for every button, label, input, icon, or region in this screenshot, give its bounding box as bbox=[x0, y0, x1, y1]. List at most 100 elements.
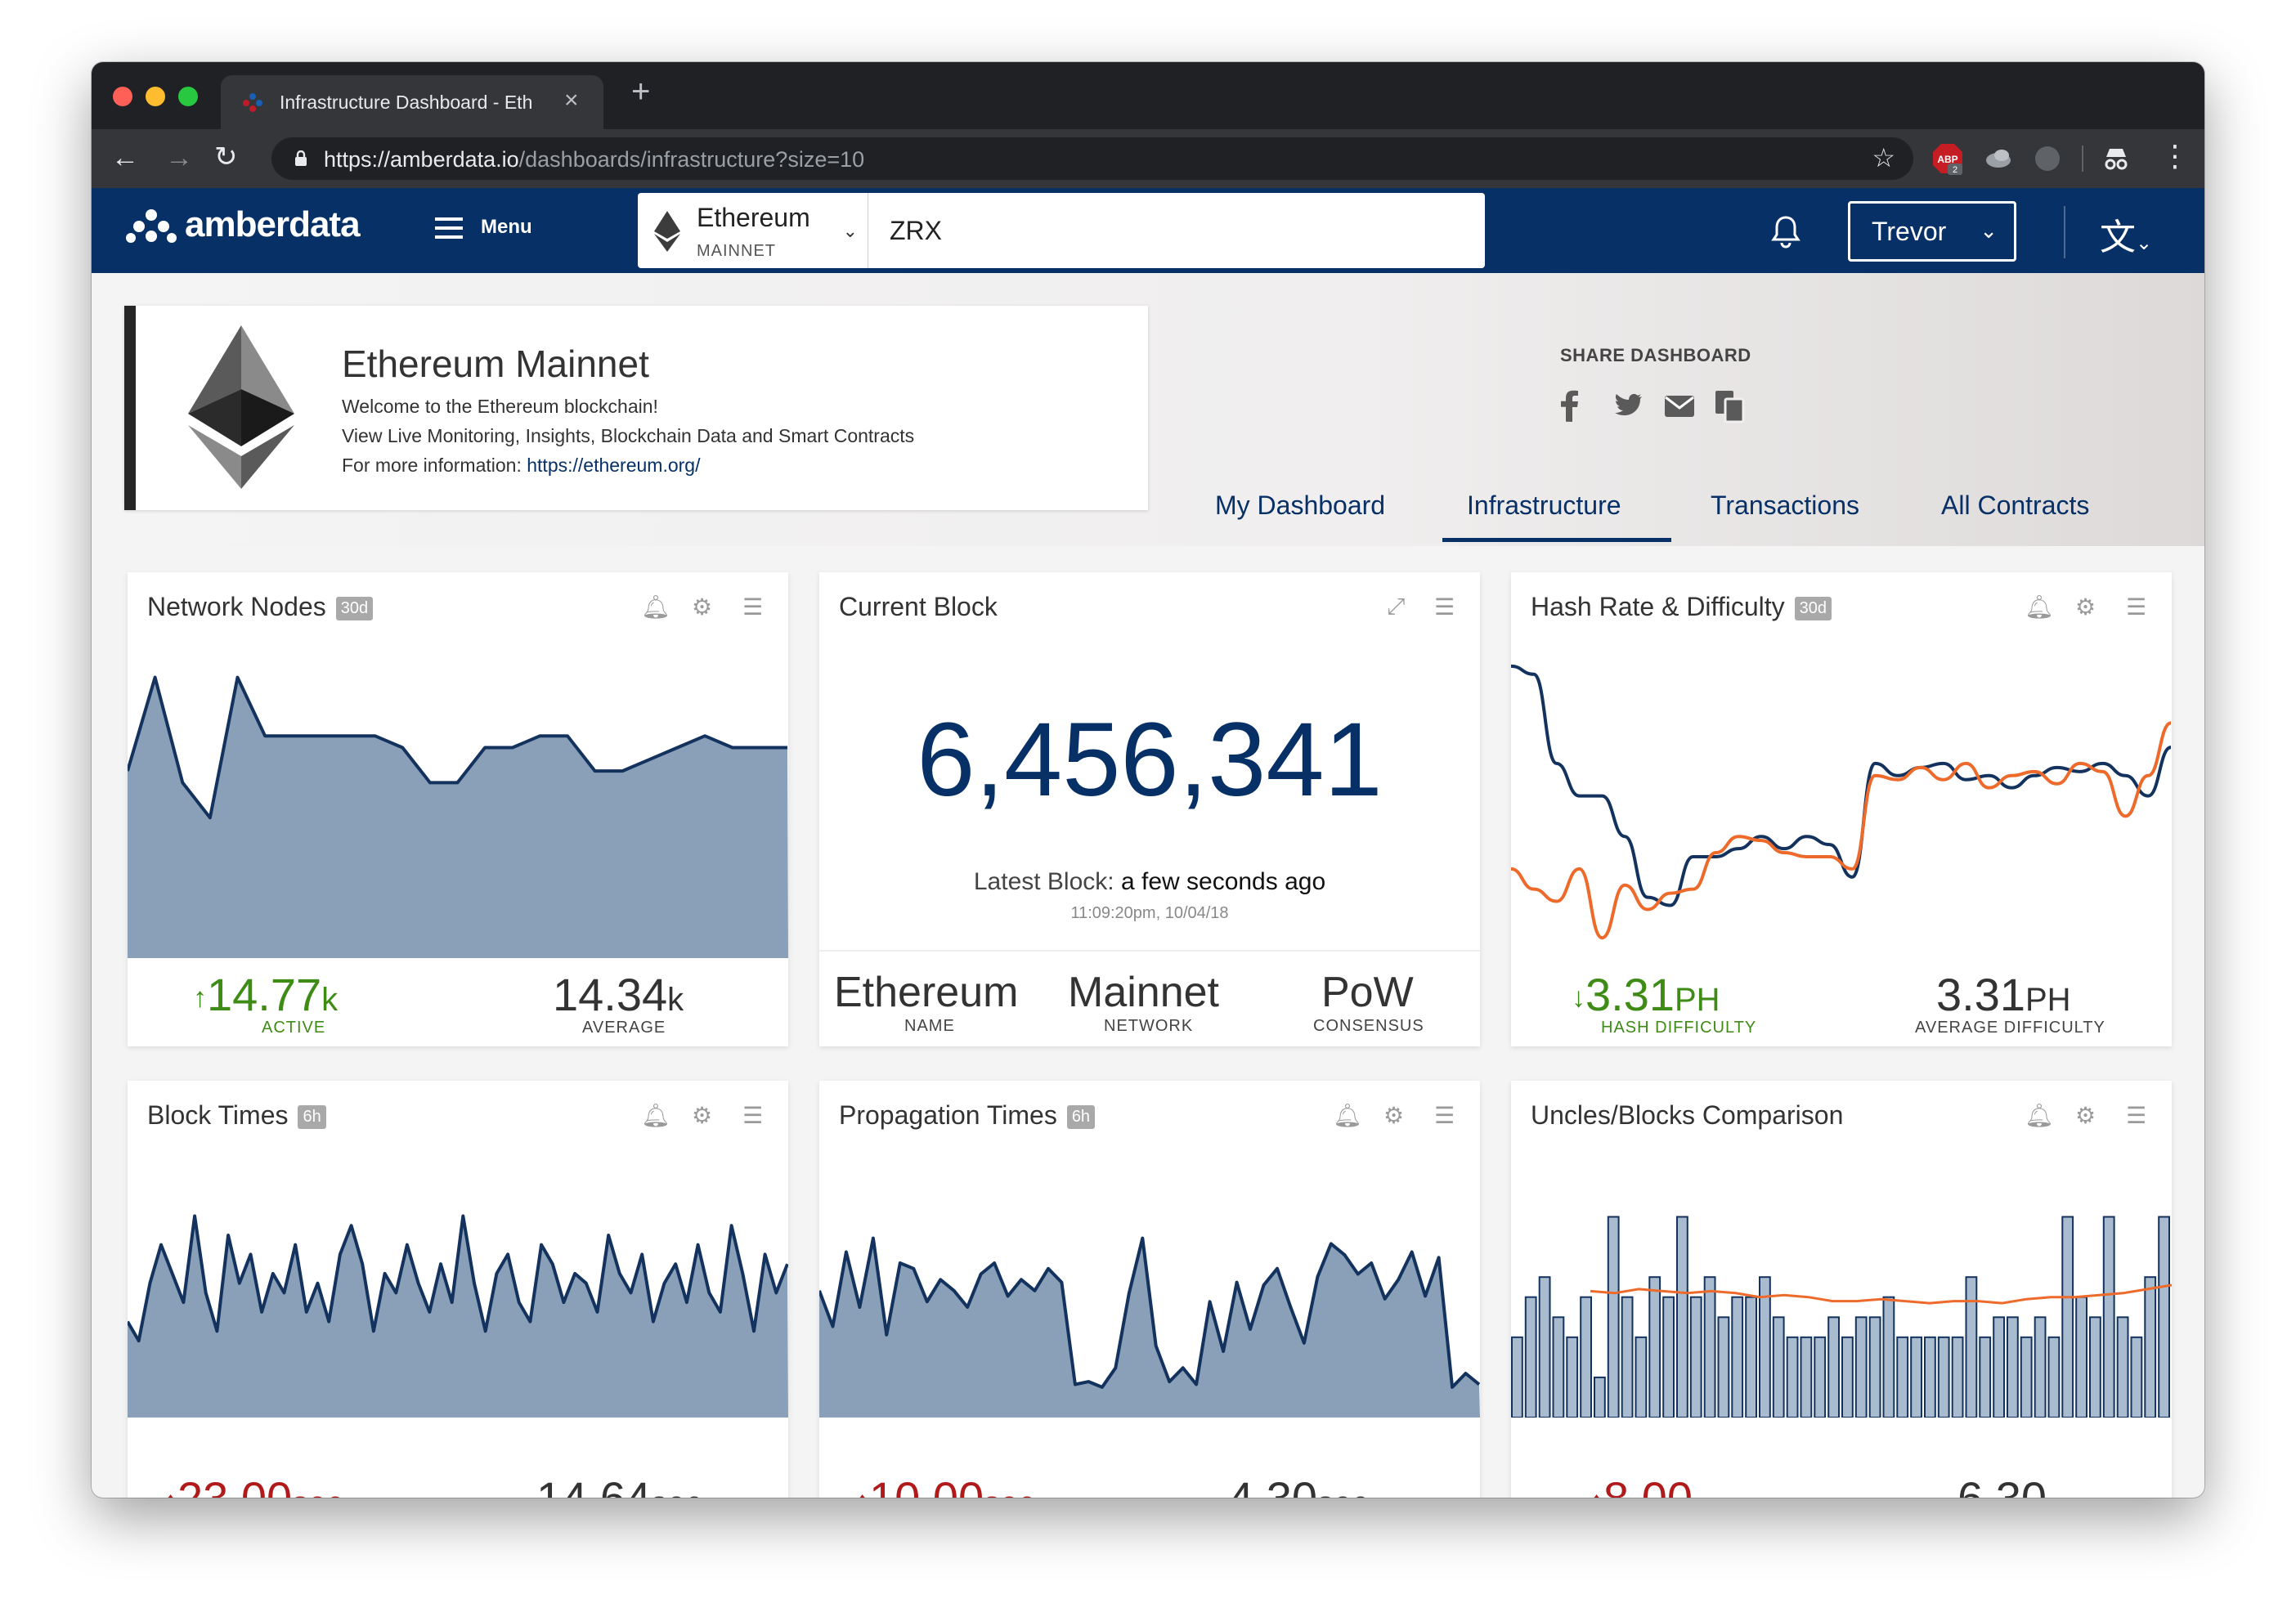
description-text: View Live Monitoring, Insights, Blockcha… bbox=[342, 425, 915, 446]
maximize-window-button[interactable] bbox=[178, 87, 198, 106]
network-nodes-area bbox=[128, 677, 788, 958]
time-range-badge: 6h bbox=[1066, 1105, 1096, 1130]
card-title-text: Network Nodes bbox=[147, 592, 326, 621]
card-title: Uncles/Blocks Comparison bbox=[1531, 1100, 1844, 1130]
average-block-time-unit: sec bbox=[651, 1485, 702, 1498]
propagation-times-card: Propagation Times6h 🔔︎ ⚙ ☰ ↑10.00sec 4.3… bbox=[819, 1081, 1480, 1498]
cloud-extension-icon[interactable] bbox=[1982, 142, 2015, 175]
close-window-button[interactable] bbox=[113, 87, 132, 106]
card-menu-icon[interactable]: ☰ bbox=[742, 1102, 763, 1129]
card-menu-icon[interactable]: ☰ bbox=[742, 593, 763, 620]
consensus-label: CONSENSUS bbox=[1313, 1017, 1424, 1035]
uncles-bar bbox=[2007, 1316, 2019, 1418]
hamburger-icon bbox=[435, 217, 463, 239]
card-title-text: Propagation Times bbox=[839, 1100, 1057, 1130]
average-nodes-label: AVERAGE bbox=[582, 1019, 666, 1037]
new-tab-button[interactable]: + bbox=[631, 74, 650, 110]
settings-gear-icon[interactable]: ⚙ bbox=[692, 1102, 712, 1129]
hash-rate-card: Hash Rate & Difficulty 30d 🔔︎ ⚙ ☰ ↓3.31PH… bbox=[1511, 572, 2172, 1046]
notification-bell-icon[interactable] bbox=[1769, 214, 1802, 249]
time-range-badge: 6h bbox=[298, 1105, 326, 1130]
card-menu-icon[interactable]: ☰ bbox=[2126, 1102, 2146, 1129]
uncles-bar bbox=[2061, 1216, 2074, 1418]
settings-gear-icon[interactable]: ⚙ bbox=[692, 593, 712, 620]
average-block-time-number: 14.64 bbox=[536, 1472, 651, 1498]
address-bar[interactable]: https://amberdata.io/dashboards/infrastr… bbox=[271, 137, 1913, 180]
alert-bell-icon[interactable]: 🔔︎ bbox=[641, 1102, 670, 1129]
block-time-value: ↑23.00sec bbox=[164, 1471, 343, 1498]
card-menu-icon[interactable]: ☰ bbox=[1434, 593, 1455, 620]
kebab-menu-icon[interactable]: ⋮ bbox=[2160, 139, 2190, 173]
uncles-bar bbox=[1745, 1296, 1758, 1418]
reload-icon[interactable]: ↻ bbox=[214, 141, 238, 173]
facebook-icon[interactable] bbox=[1560, 389, 1580, 422]
language-translate-icon[interactable]: 文⌄ bbox=[2100, 208, 2152, 260]
uncles-bar bbox=[1552, 1316, 1565, 1418]
propagation-time-unit: sec bbox=[984, 1485, 1034, 1498]
bookmark-star-icon[interactable]: ☆ bbox=[1872, 142, 1895, 173]
alert-bell-icon[interactable]: 🔔︎ bbox=[641, 593, 670, 620]
adblock-badge-count: 2 bbox=[1953, 165, 1957, 175]
close-tab-icon[interactable]: × bbox=[564, 87, 579, 114]
incognito-icon[interactable] bbox=[2100, 142, 2132, 175]
hash-difficulty-label: HASH DIFFICULTY bbox=[1601, 1019, 1757, 1037]
consensus-value: PoW bbox=[1321, 969, 1414, 1016]
b-extension-icon[interactable] bbox=[2031, 142, 2064, 175]
ethereum-website-link[interactable]: https://ethereum.org/ bbox=[527, 455, 700, 476]
settings-gear-icon[interactable]: ⚙ bbox=[2075, 593, 2096, 620]
card-menu-icon[interactable]: ☰ bbox=[2126, 593, 2146, 620]
more-info-prefix: For more information: bbox=[342, 455, 527, 476]
back-arrow-icon[interactable]: ← bbox=[111, 142, 139, 174]
twitter-icon[interactable] bbox=[1611, 389, 1644, 422]
browser-tab[interactable]: Infrastructure Dashboard - Eth × bbox=[221, 75, 603, 129]
tab-infrastructure[interactable]: Infrastructure bbox=[1467, 490, 1621, 521]
block-time-unit: sec bbox=[292, 1485, 343, 1498]
uncles-bar bbox=[2047, 1336, 2061, 1418]
average-propagation-unit: sec bbox=[1317, 1485, 1368, 1498]
uncles-bar bbox=[1800, 1336, 1813, 1418]
user-dropdown[interactable]: Trevor ⌄ bbox=[1848, 201, 2016, 262]
average-difficulty-unit: PH bbox=[2025, 982, 2071, 1018]
hash-rate-chart bbox=[1511, 664, 2172, 940]
menu-button[interactable]: Menu bbox=[435, 216, 532, 239]
card-title-text: Block Times bbox=[147, 1100, 289, 1130]
card-menu-icon[interactable]: ☰ bbox=[1434, 1102, 1455, 1129]
uncles-bar bbox=[1621, 1296, 1634, 1418]
alert-bell-icon[interactable]: 🔔︎ bbox=[2025, 1102, 2054, 1129]
uncles-bar bbox=[1854, 1316, 1868, 1418]
copy-link-icon[interactable] bbox=[1714, 389, 1747, 423]
adblock-extension-icon[interactable]: ABP 2 bbox=[1931, 142, 1964, 175]
amberdata-logo[interactable]: amberdata bbox=[126, 204, 361, 245]
search-input[interactable] bbox=[868, 193, 1485, 268]
amberdata-logo-icon bbox=[126, 209, 177, 244]
uncles-bar bbox=[1882, 1296, 1895, 1418]
uncles-bar bbox=[2102, 1216, 2115, 1418]
tab-all-contracts[interactable]: All Contracts bbox=[1941, 490, 2089, 521]
up-arrow-icon: ↑ bbox=[164, 1486, 177, 1498]
uncles-bar bbox=[2089, 1316, 2101, 1418]
alert-bell-icon[interactable]: 🔔︎ bbox=[2025, 593, 2054, 620]
chevron-down-icon: ⌄ bbox=[1980, 218, 1998, 243]
uncles-bar bbox=[1896, 1336, 1909, 1418]
network-selector[interactable]: Ethereum MAINNET ⌄ bbox=[638, 193, 868, 268]
expand-icon[interactable]: ⤢ bbox=[1387, 593, 1405, 620]
hash-difficulty-number: 3.31 bbox=[1585, 969, 1675, 1020]
url-text: https://amberdata.io/dashboards/infrastr… bbox=[324, 147, 864, 172]
tab-transactions[interactable]: Transactions bbox=[1711, 490, 1859, 521]
propagation-time-value: ↑10.00sec bbox=[855, 1471, 1034, 1498]
network-nodes-chart bbox=[128, 675, 788, 958]
logo-text: amberdata bbox=[185, 204, 361, 244]
hash-series-line-2 bbox=[1511, 721, 2172, 940]
tab-my-dashboard[interactable]: My Dashboard bbox=[1215, 490, 1385, 521]
forward-arrow-icon[interactable]: → bbox=[165, 142, 193, 174]
block-times-card: Block Times6h 🔔︎ ⚙ ☰ ↑23.00sec 14.64sec bbox=[128, 1081, 788, 1498]
network-info-card: Ethereum Mainnet Welcome to the Ethereum… bbox=[124, 306, 1148, 510]
card-title: Propagation Times 6h bbox=[839, 1100, 1096, 1131]
uncles-bar bbox=[1937, 1336, 1950, 1418]
minimize-window-button[interactable] bbox=[146, 87, 165, 106]
alert-bell-icon[interactable]: 🔔︎ bbox=[1333, 1102, 1362, 1129]
settings-gear-icon[interactable]: ⚙ bbox=[2075, 1102, 2096, 1129]
email-icon[interactable] bbox=[1663, 389, 1696, 422]
settings-gear-icon[interactable]: ⚙ bbox=[1383, 1102, 1404, 1129]
browser-tab-bar: Infrastructure Dashboard - Eth × + bbox=[92, 62, 2204, 129]
